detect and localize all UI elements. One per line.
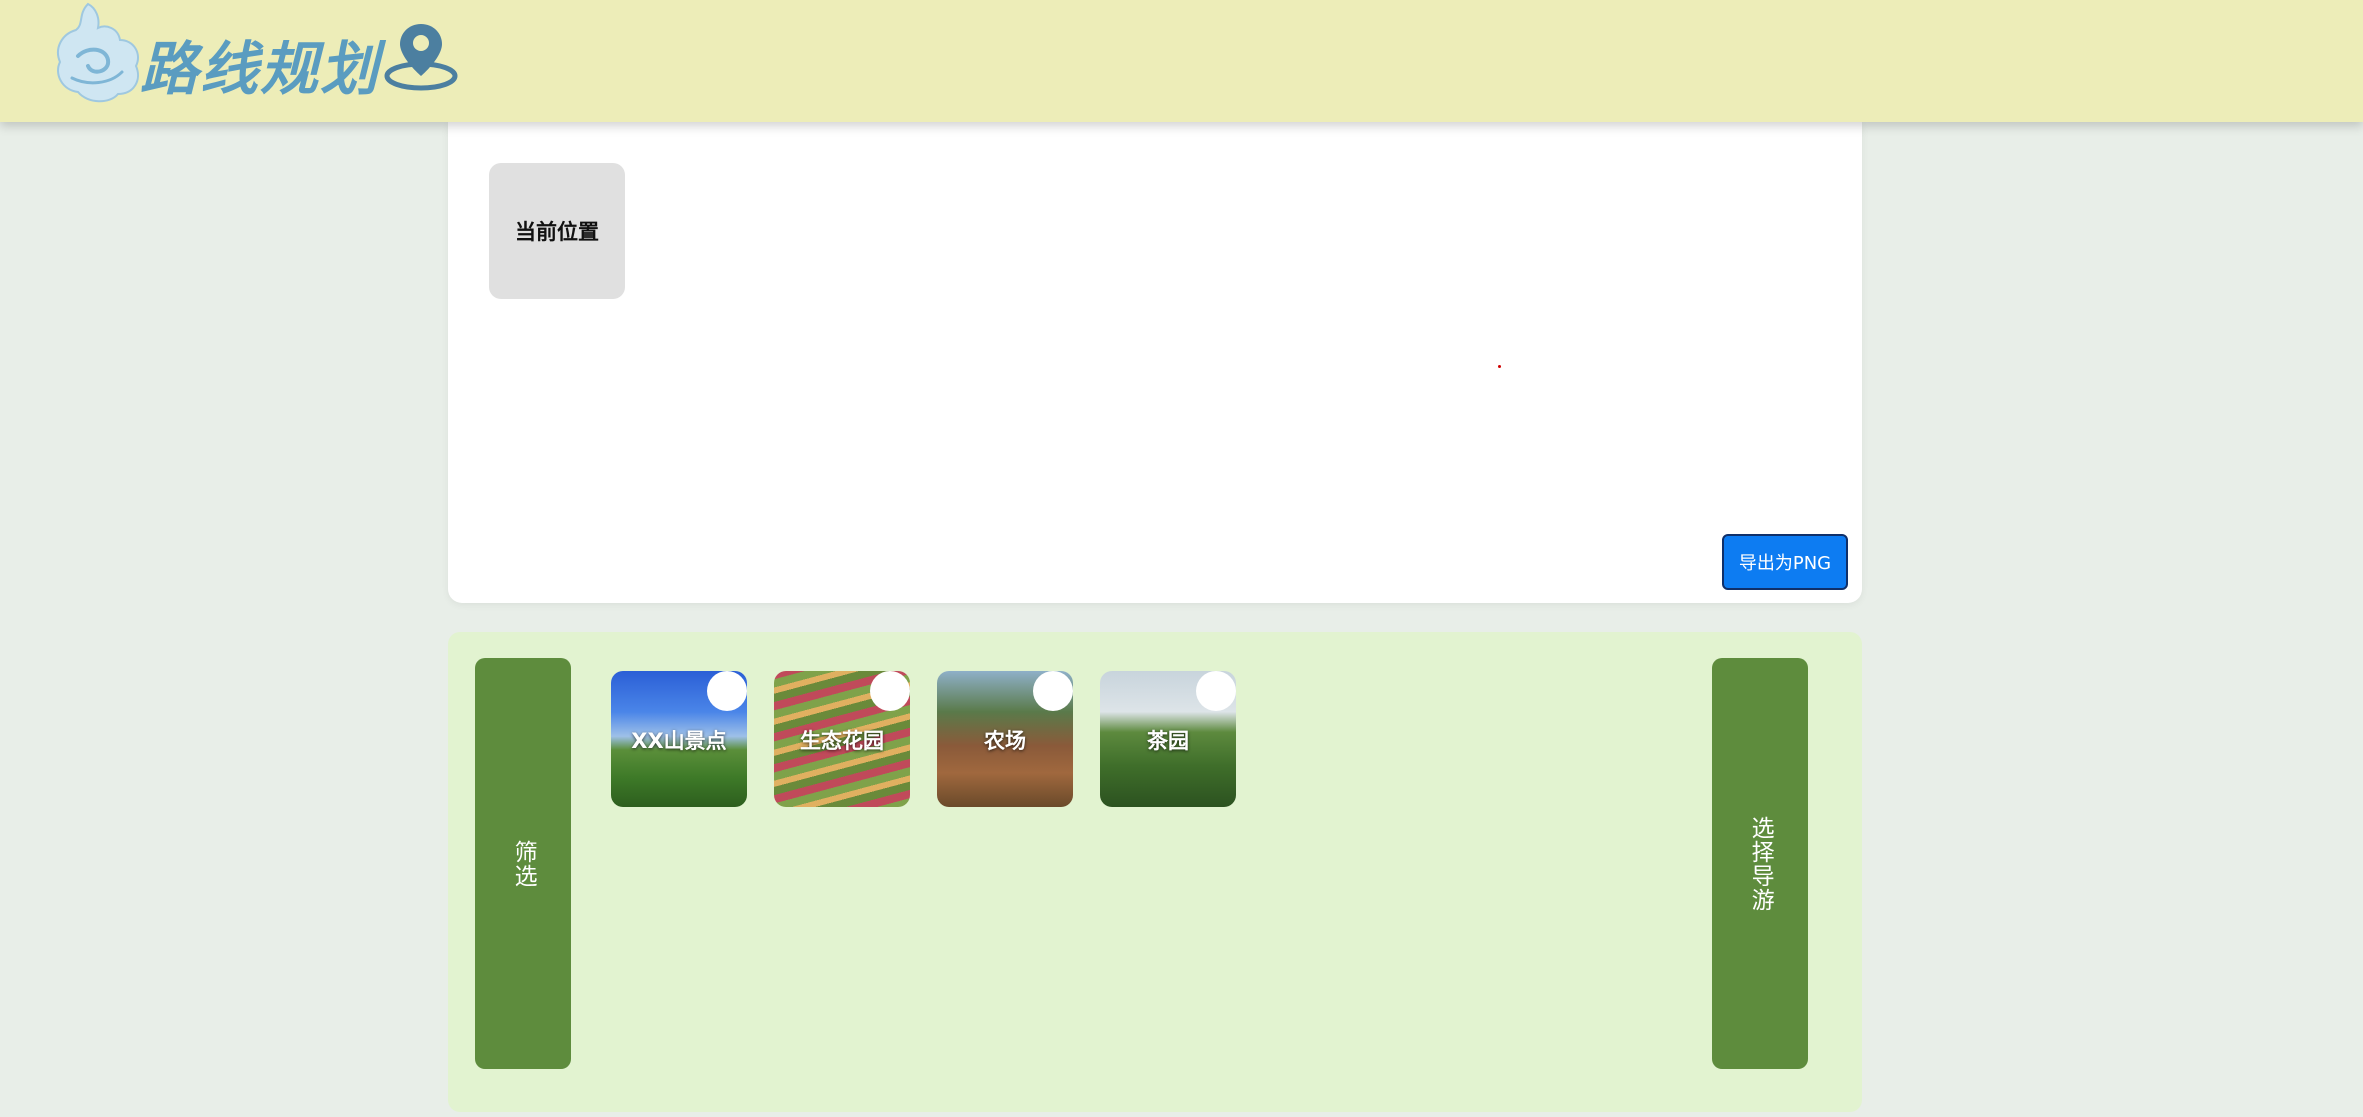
spot-label: 农场 [984, 729, 1026, 753]
app-header: 路线规划 [0, 0, 2363, 122]
map-pin-icon [384, 24, 458, 91]
spot-card-farm[interactable]: 农场 [937, 671, 1073, 807]
page-title: 路线规划 [140, 35, 381, 103]
spot-card-mountain[interactable]: XX山景点 [611, 671, 747, 807]
spot-card-tea-garden[interactable]: 茶园 [1100, 671, 1236, 807]
spot-label: 茶园 [1147, 729, 1189, 753]
spot-card-garden[interactable]: 生态花园 [774, 671, 910, 807]
select-guide-button[interactable]: 选择导游 [1712, 658, 1808, 1069]
current-location-button[interactable]: 当前位置 [489, 163, 625, 299]
map-canvas[interactable]: 当前位置 导出为PNG [448, 122, 1862, 603]
spot-label: 生态花园 [800, 729, 884, 753]
spot-selection-panel: 筛选 XX山景点 生态花园 农场 茶园 选择导游 [448, 632, 1862, 1112]
spot-label: XX山景点 [631, 729, 727, 753]
filter-button-label: 筛选 [510, 839, 537, 888]
cloud-logo-icon [57, 2, 139, 103]
spot-select-checkbox[interactable] [1196, 671, 1236, 711]
export-png-button[interactable]: 导出为PNG [1722, 534, 1848, 590]
location-marker [1498, 365, 1501, 368]
select-guide-button-label: 选择导游 [1747, 815, 1774, 912]
spot-select-checkbox[interactable] [870, 671, 910, 711]
spot-select-checkbox[interactable] [1033, 671, 1073, 711]
filter-button[interactable]: 筛选 [475, 658, 571, 1069]
spot-select-checkbox[interactable] [707, 671, 747, 711]
